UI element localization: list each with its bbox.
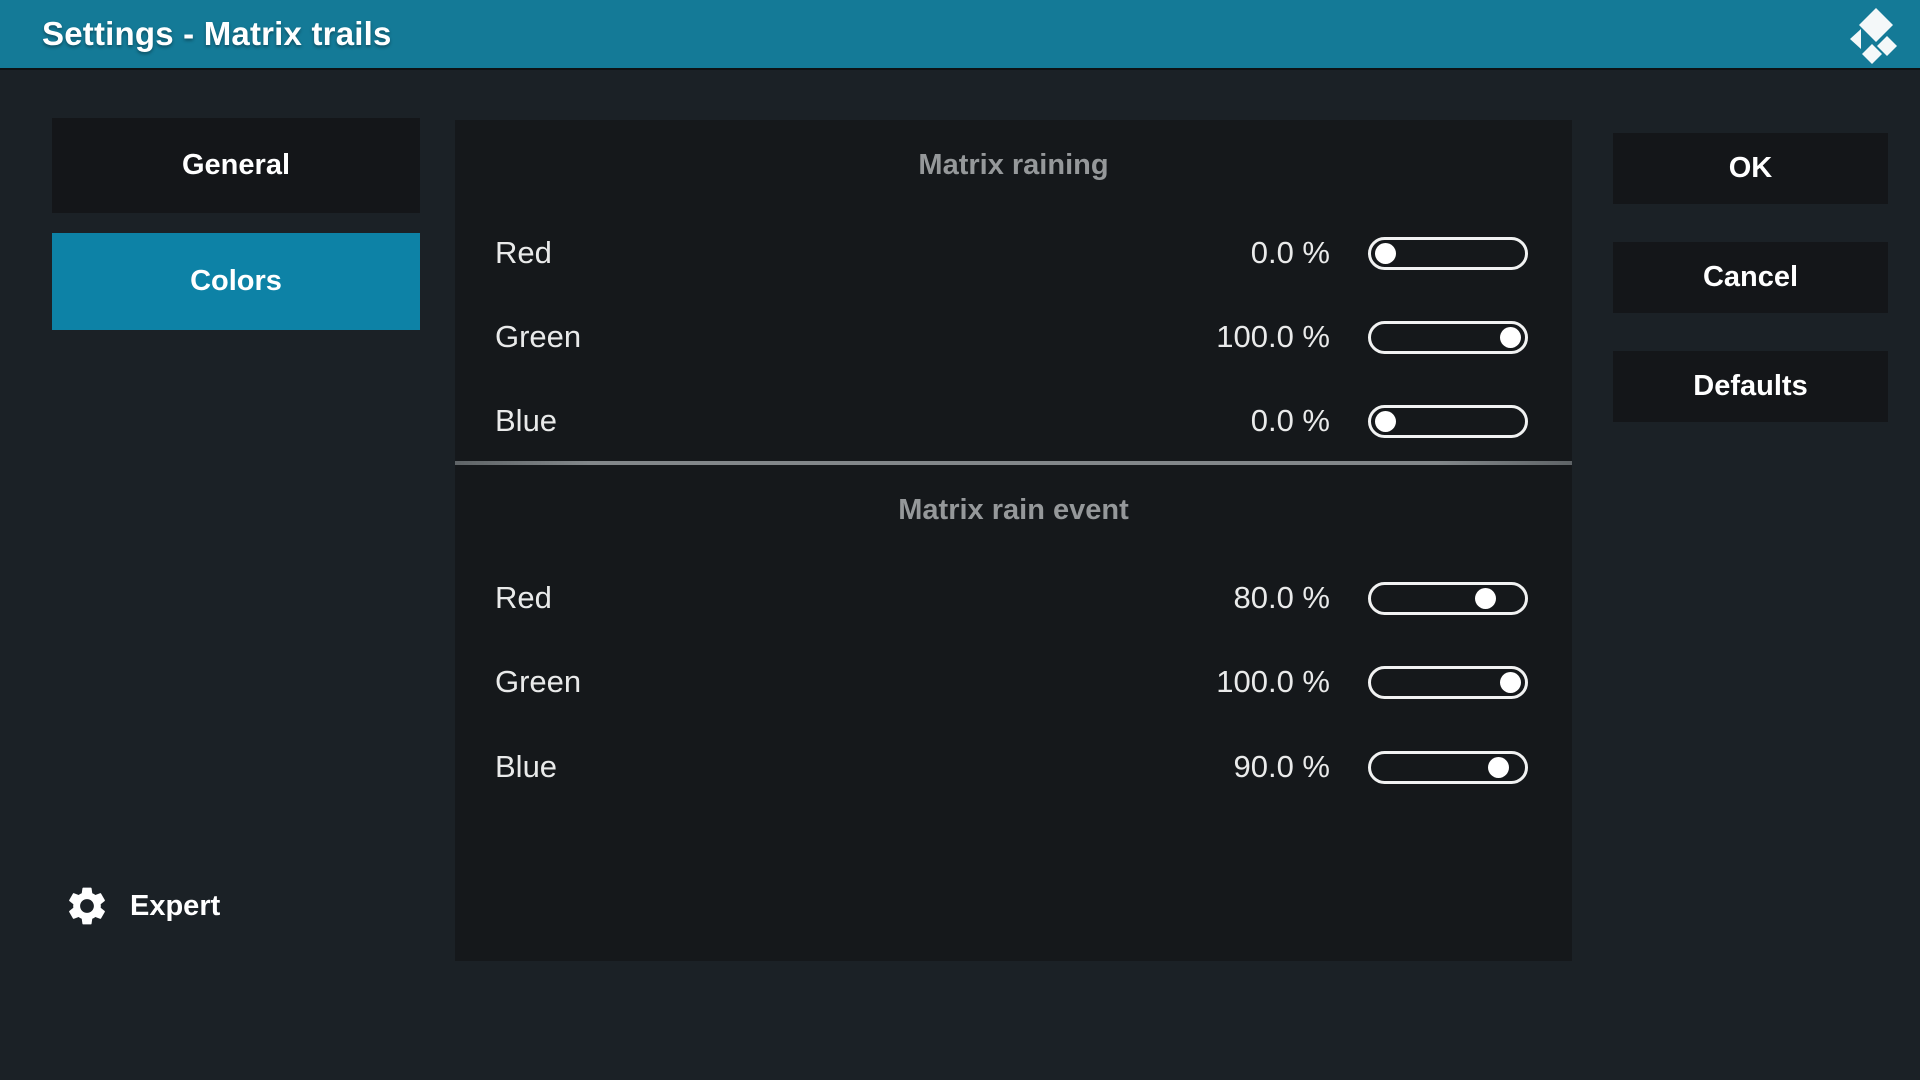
sidebar-item-label: Colors [190,265,282,298]
setting-label: Blue [495,403,1251,439]
setting-label: Red [495,580,1233,616]
cancel-button[interactable]: Cancel [1613,242,1888,313]
slider-knob[interactable] [1500,327,1521,348]
window-title: Settings - Matrix trails [42,0,392,68]
slider-knob[interactable] [1375,243,1396,264]
setting-row-event-blue[interactable]: Blue 90.0 % [495,746,1528,788]
settings-level-toggle[interactable]: Expert [64,876,220,936]
setting-value: 0.0 % [1251,403,1330,439]
slider-event-blue[interactable] [1368,751,1528,784]
defaults-button-label: Defaults [1693,370,1807,403]
sidebar-item-label: General [182,149,290,182]
setting-row-raining-blue[interactable]: Blue 0.0 % [495,400,1528,442]
sidebar-item-colors[interactable]: Colors [52,233,420,330]
defaults-button[interactable]: Defaults [1613,351,1888,422]
title-bar: Settings - Matrix trails [0,0,1920,68]
settings-level-label: Expert [130,890,220,923]
settings-panel: Matrix raining Red 0.0 % Green 100.0 % B… [455,120,1572,961]
setting-label: Green [495,319,1216,355]
setting-row-event-red[interactable]: Red 80.0 % [495,577,1528,619]
ok-button-label: OK [1729,152,1773,185]
ok-button[interactable]: OK [1613,133,1888,204]
slider-knob[interactable] [1488,757,1509,778]
slider-raining-blue[interactable] [1368,405,1528,438]
setting-row-event-green[interactable]: Green 100.0 % [495,661,1528,703]
slider-event-green[interactable] [1368,666,1528,699]
group-header-matrix-raining: Matrix raining [455,145,1572,185]
setting-value: 100.0 % [1216,664,1330,700]
setting-value: 80.0 % [1233,580,1330,616]
slider-knob[interactable] [1475,588,1496,609]
slider-knob[interactable] [1375,411,1396,432]
setting-value: 100.0 % [1216,319,1330,355]
setting-row-raining-green[interactable]: Green 100.0 % [495,316,1528,358]
gear-icon [64,883,110,929]
sidebar-item-general[interactable]: General [52,118,420,213]
group-divider [455,461,1572,465]
setting-label: Blue [495,749,1233,785]
slider-raining-green[interactable] [1368,321,1528,354]
setting-value: 90.0 % [1233,749,1330,785]
kodi-logo-icon [1848,8,1898,64]
slider-knob[interactable] [1500,672,1521,693]
slider-raining-red[interactable] [1368,237,1528,270]
setting-label: Red [495,235,1251,271]
setting-label: Green [495,664,1216,700]
slider-event-red[interactable] [1368,582,1528,615]
group-header-matrix-rain-event: Matrix rain event [455,490,1572,530]
cancel-button-label: Cancel [1703,261,1798,294]
setting-row-raining-red[interactable]: Red 0.0 % [495,232,1528,274]
setting-value: 0.0 % [1251,235,1330,271]
